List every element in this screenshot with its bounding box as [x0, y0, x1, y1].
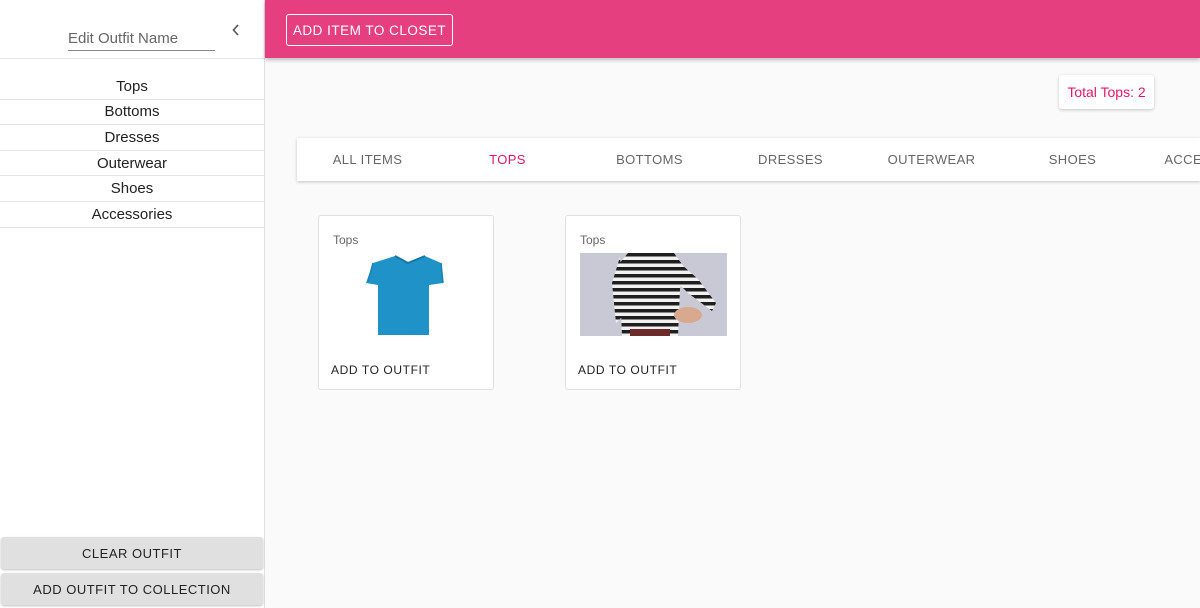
- outfit-name-input[interactable]: [68, 26, 215, 50]
- category-item-tops[interactable]: Tops: [0, 74, 264, 100]
- category-item-dresses[interactable]: Dresses: [0, 125, 264, 151]
- sidebar-divider: [0, 58, 264, 59]
- add-to-outfit-button[interactable]: ADD TO OUTFIT: [323, 358, 438, 382]
- card-category-label: Tops: [580, 233, 606, 247]
- tab-bottoms[interactable]: BOTTOMS: [579, 138, 720, 181]
- sidebar: Tops Bottoms Dresses Outerwear Shoes Acc…: [0, 0, 265, 608]
- category-item-shoes[interactable]: Shoes: [0, 176, 264, 202]
- top-app-bar: ADD ITEM TO CLOSET: [265, 0, 1200, 58]
- closet-item-card: Tops ADD TO OUTFIT: [565, 215, 741, 390]
- category-list: Tops Bottoms Dresses Outerwear Shoes Acc…: [0, 74, 264, 228]
- outfit-name-field-wrap: [68, 26, 215, 51]
- tab-accessories[interactable]: ACCESSORIES: [1143, 138, 1200, 181]
- tab-tops[interactable]: TOPS: [437, 138, 578, 181]
- category-item-accessories[interactable]: Accessories: [0, 202, 264, 228]
- tab-dresses[interactable]: DRESSES: [720, 138, 861, 181]
- add-item-to-closet-button[interactable]: ADD ITEM TO CLOSET: [286, 14, 453, 46]
- closet-item-card: Tops ADD TO OUTFIT: [318, 215, 494, 390]
- tab-all-items[interactable]: ALL ITEMS: [297, 138, 438, 181]
- clear-outfit-button[interactable]: CLEAR OUTFIT: [1, 537, 263, 569]
- category-tabs: ALL ITEMS TOPS BOTTOMS DRESSES OUTERWEAR…: [297, 138, 1200, 181]
- card-image-striped-top: [580, 253, 727, 336]
- collapse-sidebar-button[interactable]: [226, 20, 246, 40]
- card-category-label: Tops: [333, 233, 359, 247]
- add-to-outfit-button[interactable]: ADD TO OUTFIT: [570, 358, 685, 382]
- total-count-badge: Total Tops: 2: [1059, 75, 1154, 109]
- tab-outerwear[interactable]: OUTERWEAR: [861, 138, 1002, 181]
- add-outfit-to-collection-button[interactable]: ADD OUTFIT TO COLLECTION: [1, 573, 263, 605]
- chevron-left-icon: [232, 24, 239, 36]
- card-image-blue-tshirt: [333, 253, 480, 336]
- category-item-bottoms[interactable]: Bottoms: [0, 100, 264, 126]
- tab-shoes[interactable]: SHOES: [1002, 138, 1143, 181]
- category-item-outerwear[interactable]: Outerwear: [0, 151, 264, 177]
